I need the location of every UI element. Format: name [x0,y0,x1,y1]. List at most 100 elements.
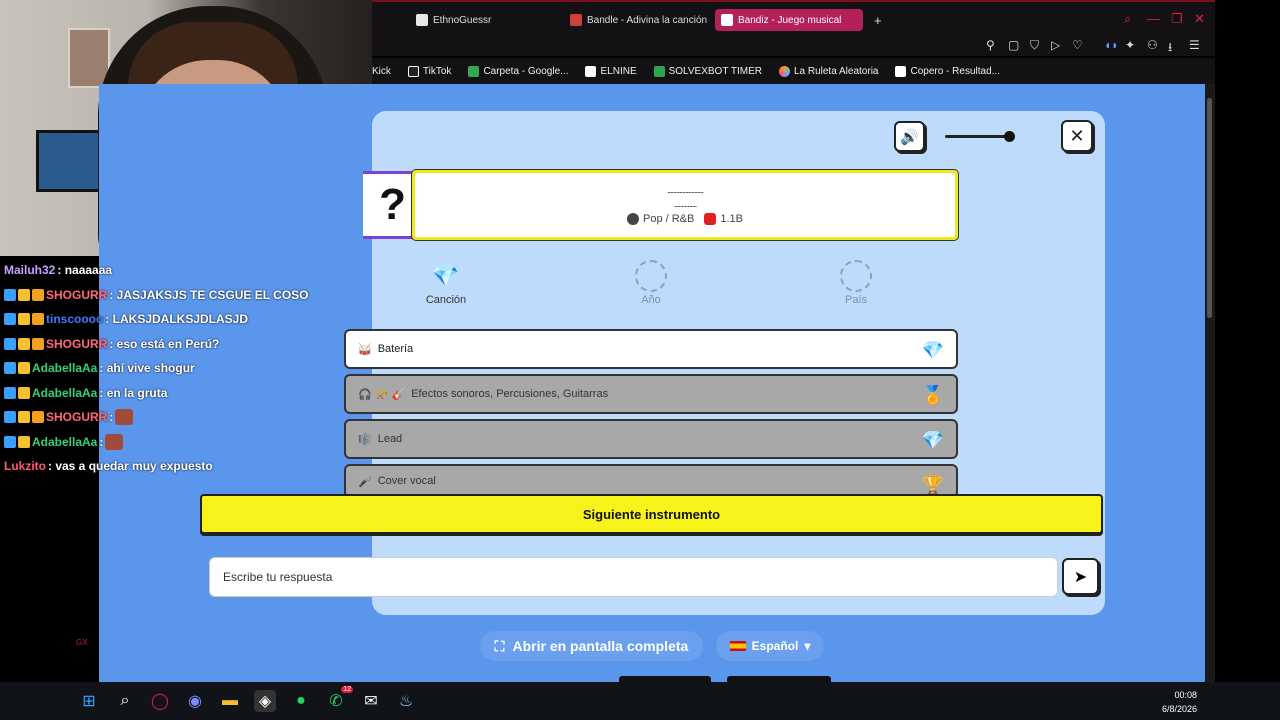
chat-username[interactable]: SHOGURR [46,337,107,351]
step-cancion: 💎 Canción [416,260,476,306]
folder-icon[interactable]: ▬ [219,690,241,712]
shield-icon[interactable]: ⛉ [1030,38,1039,53]
bandle-icon [570,14,582,26]
instrument-row-drums[interactable]: 🥁 Batería 💎 [344,329,958,369]
search-icon[interactable]: ⌕ [114,690,136,712]
chat-username[interactable]: SHOGURR [46,410,107,424]
step-ano: Año [621,260,681,306]
genre-label: Pop / R&B [627,213,694,226]
bookmark-tiktok[interactable]: TikTok [407,65,451,77]
close-button[interactable]: ✕ [1061,120,1093,152]
chat-message: SHOGURR: [0,405,372,430]
globe-icon [416,14,428,26]
volume-button[interactable]: 🔊 [894,121,925,152]
steam-icon[interactable]: ♨ [395,690,417,712]
opera-gx-icon[interactable]: ◯ [149,690,171,712]
speaker-icon: 🔊 [900,128,919,146]
download-icon[interactable]: ⭳ [1168,38,1172,59]
background-monitor [36,130,106,192]
wheel-icon [778,65,790,77]
chat-message: AdabellaAa: [0,430,372,455]
chat-badge-icon [32,337,44,350]
chat-username[interactable]: AdabellaAa [32,386,97,400]
speaker-icon [721,14,733,26]
minimize-icon[interactable]: — [1147,11,1160,26]
chevron-down-icon: ▾ [804,639,811,653]
bookmark-elnine[interactable]: ELNINE [585,65,637,77]
spotify-icon[interactable]: ● [290,690,312,712]
vinyl-icon [627,213,639,226]
chat-badge-icon [4,313,16,326]
next-instrument-button[interactable]: Siguiente instrumento [200,494,1103,534]
views-label: 1.1B [704,213,743,226]
step-pais: País [826,260,886,306]
instrument-row-effects[interactable]: 🎧 📯 🎸 Efectos sonoros, Percusiones, Guit… [344,374,958,414]
close-icon: ✕ [1069,125,1085,146]
whatsapp-icon[interactable]: ✆ 12 [325,686,353,712]
notification-badge: 12 [341,686,353,693]
tab-bandle[interactable]: Bandle - Adivina la canción [564,9,712,31]
chat-emote-icon [105,433,124,450]
instrument-row-lead[interactable]: 🎼 Lead 💎 [344,419,958,459]
chat-message: tinscoooo: LAKSJDALKSJDLASJD [0,307,372,332]
fullscreen-icon: ⛶ [494,637,505,654]
song-info-card: ........................ ...............… [411,169,959,241]
chat-username[interactable]: Mailuh32 [4,263,55,277]
audio-icon[interactable]: ◖◗ [1104,38,1119,52]
chat-message: AdabellaAa: ahí vive shogur [0,356,372,381]
chat-badge-icon [4,435,16,448]
bookmark-kick[interactable]: Kick [372,66,391,77]
volume-slider[interactable] [945,135,1011,138]
close-window-icon[interactable]: ✕ [1194,11,1205,27]
discord-icon[interactable]: ◉ [184,690,206,712]
search-icon[interactable]: ⌕ [1124,11,1131,27]
system-clock[interactable]: 00:08 6/8/2026 [1150,688,1197,716]
page-scrollbar[interactable] [1205,84,1215,682]
bookmark-ruleta[interactable]: La Ruleta Aleatoria [778,65,878,77]
tab-bandiz[interactable]: Bandiz - Juego musical [715,9,863,31]
send-arrow-icon: ➤ [1073,568,1088,586]
chat-badge-icon [4,362,16,375]
menu-icon[interactable]: ☰ [1189,38,1200,52]
chat-username[interactable]: SHOGURR [46,288,107,302]
gx-label: GX [76,638,88,647]
language-select[interactable]: Español ▾ [716,631,824,661]
instrument-row-vocal[interactable]: 🎤 Cover vocal 🏆 [344,464,958,498]
fullscreen-button[interactable]: ⛶ Abrir en pantalla completa [480,631,703,661]
bookmark-google-drive[interactable]: Carpeta - Google... [468,65,568,77]
play-icon[interactable]: ▷ [1051,38,1060,52]
chat-text: : JASJAKSJS TE CSGUE EL COSO [109,287,309,302]
heart-icon[interactable]: ♡ [1072,38,1083,52]
medal-icon: 🏅 [921,385,944,405]
account-icon[interactable]: ⚇ [1147,38,1158,52]
chat-badge-icon [18,337,30,350]
windows-start-icon[interactable]: ⊞ [78,690,100,712]
app-icon[interactable]: ◈ [254,690,276,712]
snapshot-icon[interactable]: ▢ [1008,38,1019,52]
chat-username[interactable]: AdabellaAa [32,435,97,449]
tab-ethnoguessr[interactable]: EthnoGuessr [410,9,560,31]
mail-icon[interactable]: ✉ [360,690,382,712]
chat-username[interactable]: Lukzito [4,459,46,473]
chat-message: SHOGURR: eso está en Perú? [0,332,372,357]
chat-badge-icon [4,411,16,424]
pin-icon[interactable]: ⚲ [986,38,995,52]
bookmark-solvexbot[interactable]: SOLVEXBOT TIMER [653,65,762,77]
chat-badge-icon [32,411,44,424]
chat-badge-icon [18,435,30,448]
volume-slider-handle[interactable] [1004,131,1015,142]
chat-badge-icon [4,386,16,399]
browser-toolbar [372,34,1215,56]
chat-username[interactable]: tinscoooo [46,312,103,326]
send-button[interactable]: ➤ [1062,558,1099,595]
new-tab-button[interactable]: + [868,9,888,31]
diamond-icon: 💎 [921,340,944,360]
trophy-icon: 🏆 [921,475,944,495]
extensions-icon[interactable]: ✦ [1125,38,1135,52]
pending-circle-icon [635,260,667,292]
restore-icon[interactable]: ❐ [1171,11,1183,27]
answer-input[interactable]: Escribe tu respuesta [209,557,1058,597]
chat-message: AdabellaAa: en la gruta [0,381,372,406]
chat-username[interactable]: AdabellaAa [32,361,97,375]
bookmark-copero[interactable]: Copero - Resultad... [895,65,1000,77]
